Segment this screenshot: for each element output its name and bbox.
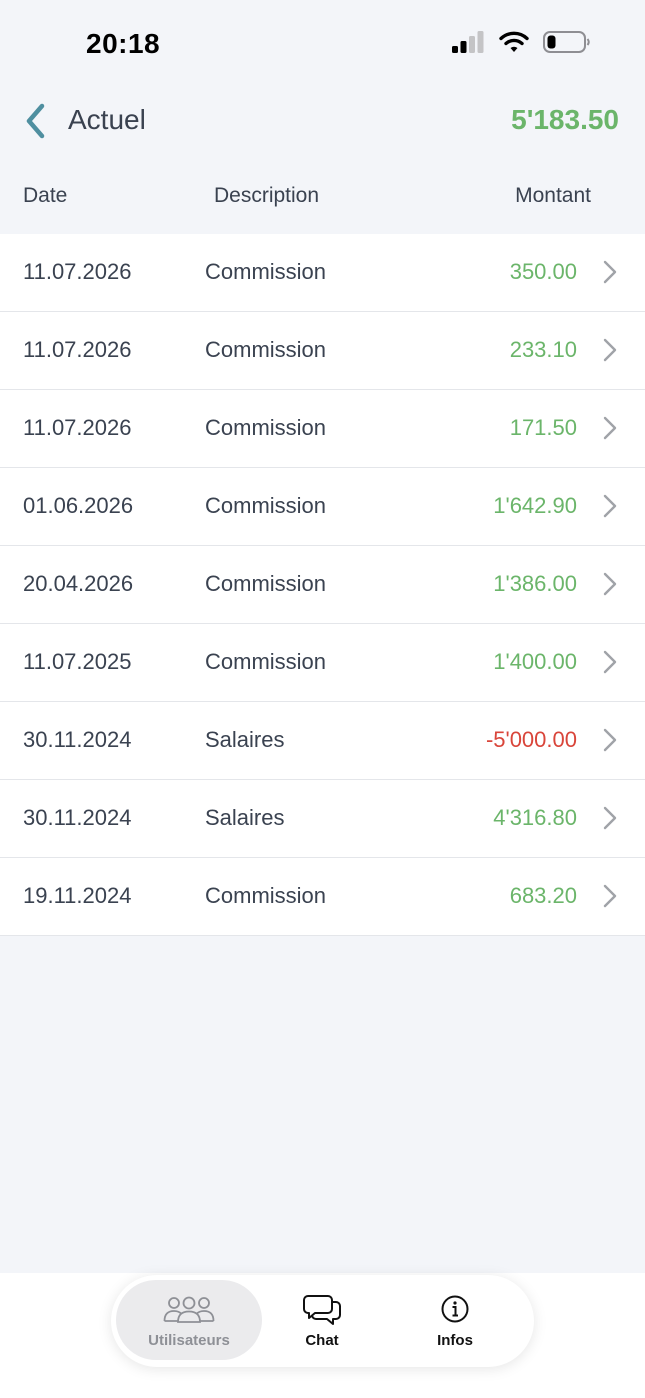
transaction-description: Commission: [205, 493, 327, 518]
transaction-date: 11.07.2026: [23, 415, 132, 440]
chevron-right-icon: [603, 338, 617, 362]
transaction-row[interactable]: 11.07.2026 Commission 171.50: [0, 390, 645, 468]
tab-label: Chat: [305, 1332, 339, 1349]
transaction-date: 19.11.2024: [23, 883, 132, 908]
tab-label: Utilisateurs: [148, 1332, 230, 1349]
transaction-amount: -5'000.00: [485, 727, 577, 752]
info-icon: [441, 1295, 469, 1323]
transaction-description: Commission: [205, 415, 327, 440]
chevron-right-icon: [603, 260, 617, 284]
transaction-description: Commission: [205, 571, 327, 596]
chevron-right-icon: [603, 572, 617, 596]
transaction-row[interactable]: 20.04.2026 Commission 1'386.00: [0, 546, 645, 624]
transaction-description: Commission: [205, 259, 327, 284]
signal-icon: [452, 31, 484, 53]
transaction-description: Commission: [205, 649, 327, 674]
transaction-row[interactable]: 11.07.2026 Commission 350.00: [0, 234, 645, 312]
tab-bar: Utilisateurs Chat Infos: [111, 1275, 534, 1367]
users-icon: [163, 1296, 215, 1323]
status-icons: [451, 30, 591, 54]
transaction-description: Salaires: [205, 727, 285, 752]
tab-infos[interactable]: Infos: [382, 1280, 528, 1360]
transaction-amount: 1'386.00: [493, 571, 577, 596]
status-time: 20:18: [86, 28, 161, 59]
tab-label: Infos: [437, 1332, 473, 1349]
chevron-right-icon: [603, 494, 617, 518]
transaction-date: 11.07.2025: [23, 649, 132, 674]
header: Actuel 5'183.50: [0, 88, 645, 158]
chevron-right-icon: [603, 650, 617, 674]
tab-chat[interactable]: Chat: [249, 1280, 395, 1360]
chevron-right-icon: [603, 416, 617, 440]
chevron-left-icon: [26, 103, 45, 139]
transaction-row[interactable]: 19.11.2024 Commission 683.20: [0, 858, 645, 936]
chat-icon: [303, 1295, 341, 1325]
transaction-amount: 171.50: [509, 415, 577, 440]
transaction-amount: 350.00: [509, 259, 577, 284]
transaction-amount: 1'642.90: [493, 493, 577, 518]
transaction-description: Salaires: [205, 805, 285, 830]
transaction-description: Commission: [205, 337, 327, 362]
transaction-date: 01.06.2026: [23, 493, 134, 518]
tab-users[interactable]: Utilisateurs: [116, 1280, 262, 1360]
back-button[interactable]: [22, 102, 52, 140]
transaction-amount: 233.10: [509, 337, 577, 362]
status-bar: 20:18: [0, 0, 645, 88]
page-title: Actuel: [68, 104, 146, 135]
column-header-amount: Montant: [515, 184, 591, 207]
column-headers: Date Description Montant: [0, 184, 645, 216]
transaction-row[interactable]: 11.07.2026 Commission 233.10: [0, 312, 645, 390]
transaction-date: 20.04.2026: [23, 571, 134, 596]
transaction-date: 30.11.2024: [23, 727, 132, 752]
battery-icon: [543, 31, 590, 53]
chevron-right-icon: [603, 806, 617, 830]
balance-total: 5'183.50: [511, 104, 619, 135]
transaction-date: 30.11.2024: [23, 805, 132, 830]
transaction-description: Commission: [205, 883, 327, 908]
transaction-date: 11.07.2026: [23, 337, 132, 362]
wifi-icon: [499, 31, 529, 52]
transaction-row[interactable]: 30.11.2024 Salaires -5'000.00: [0, 702, 645, 780]
transaction-amount: 4'316.80: [493, 805, 577, 830]
transaction-date: 11.07.2026: [23, 259, 132, 284]
transaction-row[interactable]: 30.11.2024 Salaires 4'316.80: [0, 780, 645, 858]
transaction-amount: 683.20: [509, 883, 577, 908]
transaction-row[interactable]: 11.07.2025 Commission 1'400.00: [0, 624, 645, 702]
transaction-row[interactable]: 01.06.2026 Commission 1'642.90: [0, 468, 645, 546]
column-header-description: Description: [214, 184, 320, 207]
transaction-list: 11.07.2026 Commission 350.00 11.07.2026 Comm…: [0, 234, 645, 936]
column-header-date: Date: [23, 184, 68, 207]
chevron-right-icon: [603, 728, 617, 752]
transaction-amount: 1'400.00: [493, 649, 577, 674]
chevron-right-icon: [603, 884, 617, 908]
